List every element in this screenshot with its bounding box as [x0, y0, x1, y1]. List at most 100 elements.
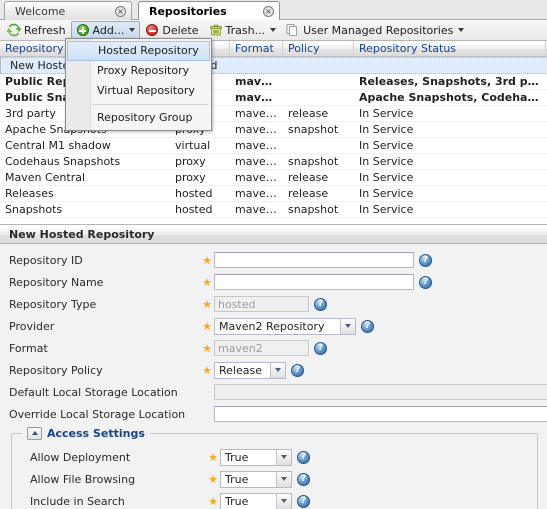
tab-repositories[interactable]: Repositories × — [138, 1, 280, 21]
cell-policy: release — [288, 171, 329, 184]
cell-policy: release — [288, 187, 329, 200]
access-setting-value: True — [225, 450, 249, 464]
access-setting-select[interactable]: True — [220, 492, 292, 509]
required-star-icon: ★ — [202, 275, 212, 289]
access-settings-fieldset: Access Settings Allow Deployment ★ True? Al… — [11, 426, 538, 509]
access-settings-rows: Allow Deployment ★ True? Allow File Browsin… — [12, 438, 537, 509]
cell-type: proxy — [175, 155, 206, 168]
required-star-icon: ★ — [202, 319, 212, 333]
help-icon[interactable]: ? — [419, 253, 432, 267]
column-header-format[interactable]: Format — [230, 41, 283, 56]
copy-pages-icon — [286, 23, 300, 37]
column-header-status[interactable]: Repository Status — [354, 41, 546, 56]
add-button[interactable]: Add... — [70, 20, 141, 40]
form-section-title: New Hosted Repository — [0, 225, 547, 244]
table-row[interactable]: Maven Central proxy maven2 release In Servic… — [0, 170, 547, 186]
format-label: Format — [9, 341, 48, 355]
repository-name-input[interactable] — [214, 274, 414, 290]
delete-button[interactable]: Delete — [140, 21, 203, 40]
column-header-policy[interactable]: Policy — [283, 41, 354, 56]
collapse-toggle-icon[interactable] — [27, 426, 42, 440]
required-star-icon: ★ — [208, 472, 218, 486]
table-row[interactable]: Releases hosted maven2 release In Service — [0, 186, 547, 202]
provider-select[interactable]: Maven2 Repository — [214, 317, 356, 335]
repository-policy-value: Release — [219, 363, 262, 377]
default-local-storage-input — [214, 384, 547, 400]
cell-status: In Service — [359, 107, 414, 120]
add-dropdown-menu[interactable]: Hosted Repository Proxy Repository Virtual… — [65, 38, 212, 131]
cell-status: In Service — [359, 171, 414, 184]
help-icon[interactable]: ? — [291, 363, 304, 377]
table-row[interactable]: Snapshots hosted maven2 snapshot In Service — [0, 202, 547, 218]
cell-repository: Snapshots — [5, 203, 63, 216]
cell-repository: Central M1 shadow — [5, 139, 111, 152]
repository-id-label: Repository ID — [9, 253, 83, 267]
menu-item[interactable]: Hosted Repository — [67, 41, 210, 61]
field-row-override-local-storage: Override Local Storage Location ★ — [0, 403, 547, 425]
help-icon[interactable]: ? — [297, 450, 310, 464]
access-setting-label: Allow Deployment — [30, 450, 131, 464]
close-icon[interactable]: × — [263, 6, 274, 17]
help-icon[interactable]: ? — [314, 341, 327, 355]
chevron-down-icon — [270, 28, 277, 32]
chevron-down-icon[interactable] — [276, 471, 291, 487]
help-icon[interactable]: ? — [314, 297, 327, 311]
repository-scope-button[interactable]: User Managed Repositories — [281, 21, 469, 40]
cell-repository: Releases — [5, 187, 54, 200]
close-icon[interactable]: × — [115, 5, 126, 17]
table-row[interactable]: Central M1 shadow virtual maven1 In Service — [0, 138, 547, 154]
repository-type-input — [214, 296, 309, 312]
field-row-repository-policy: Repository Policy ★ Release ? — [0, 359, 547, 381]
required-star-icon: ★ — [208, 450, 218, 464]
override-local-storage-input[interactable] — [214, 406, 547, 422]
repository-type-label: Repository Type — [9, 297, 97, 311]
refresh-label: Refresh — [24, 23, 66, 37]
tab-welcome[interactable]: Welcome × — [4, 1, 132, 20]
tab-welcome-label: Welcome — [15, 4, 66, 18]
required-star-icon: ★ — [202, 363, 212, 377]
chevron-down-icon[interactable] — [276, 493, 291, 509]
tab-bar: Welcome × Repositories × — [0, 0, 547, 21]
access-setting-value: True — [225, 472, 249, 486]
cell-format: maven2 — [235, 107, 280, 120]
repository-id-input[interactable] — [214, 252, 414, 268]
cell-policy: release — [288, 107, 329, 120]
help-icon[interactable]: ? — [297, 472, 310, 486]
access-setting-select[interactable]: True — [220, 448, 292, 466]
menu-item[interactable]: Proxy Repository — [66, 61, 211, 81]
help-icon[interactable]: ? — [419, 275, 432, 289]
access-settings-legend: Access Settings — [22, 426, 150, 440]
cell-format: maven2 — [235, 91, 283, 104]
provider-label: Provider — [9, 319, 55, 333]
help-icon[interactable]: ? — [361, 319, 374, 333]
tab-repositories-label: Repositories — [149, 5, 227, 18]
repository-manager-window: Welcome × Repositories × Refresh Add... — [0, 0, 547, 509]
help-icon[interactable]: ? — [297, 494, 310, 508]
refresh-button[interactable]: Refresh — [2, 21, 71, 40]
access-setting-select[interactable]: True — [220, 470, 292, 488]
chevron-down-icon[interactable] — [340, 318, 355, 334]
required-star-icon: ★ — [202, 341, 212, 355]
trash-button[interactable]: Trash... — [204, 21, 282, 40]
chevron-down-icon[interactable] — [276, 449, 291, 465]
table-row[interactable]: Codehaus Snapshots proxy maven2 snapshot In … — [0, 154, 547, 170]
required-star-icon: ★ — [202, 253, 212, 267]
delete-circle-icon — [145, 23, 159, 37]
refresh-icon — [7, 23, 21, 37]
cell-status: In Service — [359, 203, 414, 216]
access-setting-row: Include in Search ★ True? — [12, 490, 537, 509]
cell-policy: snapshot — [288, 123, 339, 136]
menu-item[interactable]: Repository Group — [66, 108, 211, 128]
cell-type: proxy — [175, 171, 206, 184]
cell-status: Releases, Snapshots, 3rd party, Mav... — [359, 75, 546, 88]
trash-label: Trash... — [225, 23, 266, 37]
repository-policy-select[interactable]: Release — [214, 361, 286, 379]
add-label: Add... — [92, 23, 125, 37]
menu-item[interactable]: Virtual Repository — [66, 81, 211, 101]
default-local-storage-label: Default Local Storage Location — [9, 385, 178, 399]
cell-format: maven2 — [235, 123, 280, 136]
repository-scope-label: User Managed Repositories — [303, 23, 454, 37]
access-setting-row: Allow Deployment ★ True? — [12, 446, 537, 468]
chevron-down-icon[interactable] — [270, 362, 285, 378]
cell-format: maven1 — [235, 139, 280, 152]
